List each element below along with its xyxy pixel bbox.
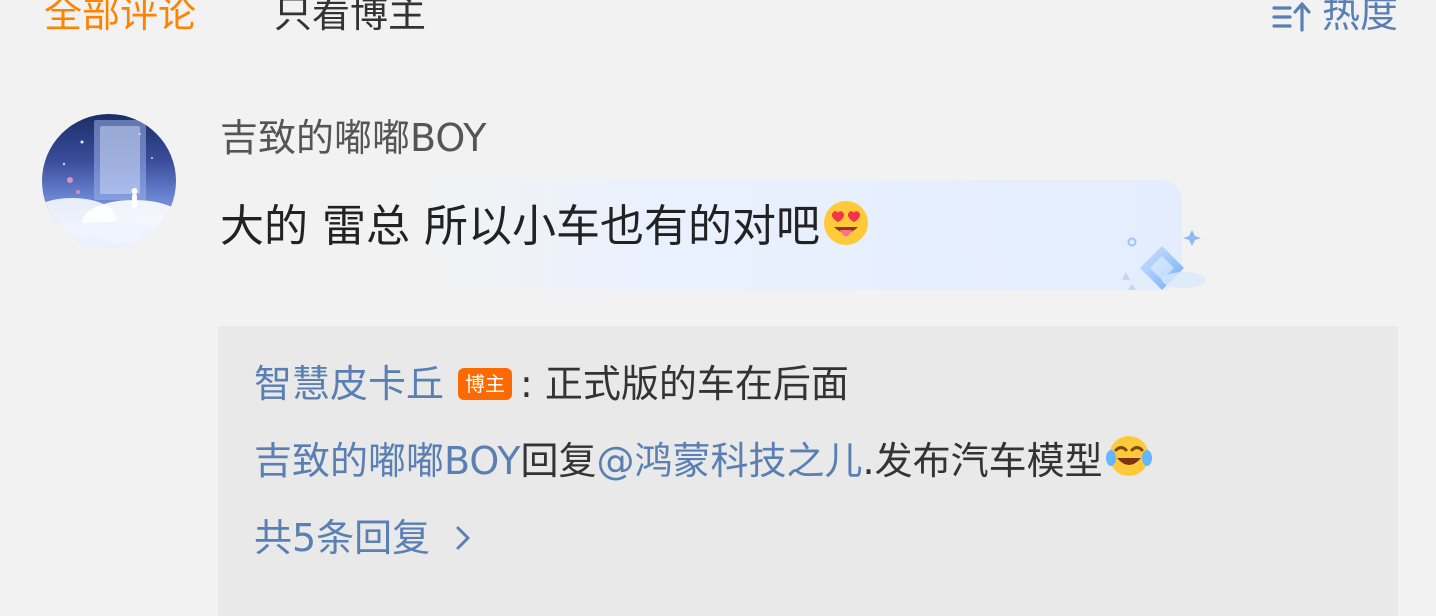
more-replies-label: 共5条回复 (254, 516, 431, 560)
more-replies-link[interactable]: 共5条回复 (254, 510, 474, 566)
sort-icon (1272, 2, 1311, 32)
comment-item: 吉致的嘟嘟BOY 大的 雷总 所以小车也有的对吧 智慧皮卡丘 博主: 正式版的车在… (0, 100, 1436, 616)
reply-text: .发布汽车模型 (862, 439, 1103, 483)
reply-author-link[interactable]: 吉致的嘟嘟BOY (254, 439, 520, 483)
comment-text: 大的 雷总 所以小车也有的对吧 (220, 201, 820, 252)
reply-item: 智慧皮卡丘 博主: 正式版的车在后面 (254, 356, 849, 412)
reply-action-label: 回复 (520, 439, 597, 483)
owner-badge: 博主 (458, 368, 513, 400)
avatar-illustration (42, 120, 176, 248)
avatar[interactable] (42, 114, 176, 248)
laughing-crying-icon (1105, 436, 1152, 476)
reply-text: 正式版的车在后面 (544, 362, 849, 406)
comment-content: 大的 雷总 所以小车也有的对吧 (220, 196, 870, 258)
reply-author-link[interactable]: 智慧皮卡丘 (254, 362, 444, 406)
sort-button[interactable]: 热度 (1272, 0, 1398, 42)
reply-item: 吉致的嘟嘟BOY回复@鸿蒙科技之儿.发布汽车模型 (254, 432, 1153, 489)
heart-eyes-tongue-icon (823, 201, 868, 245)
mention-link[interactable]: @鸿蒙科技之儿 (596, 439, 862, 483)
sort-label: 热度 (1321, 0, 1398, 36)
more-replies: 共5条回复 (254, 510, 474, 566)
tab-owner-only[interactable]: 只看博主 (274, 0, 426, 42)
comment-tabs: 全部评论 只看博主 热度 (0, 0, 1436, 60)
chevron-right-icon (456, 526, 470, 550)
reply-separator: : (520, 362, 533, 406)
diamond-badge-icon (1122, 230, 1206, 290)
tab-all-comments[interactable]: 全部评论 (44, 0, 196, 42)
replies-panel: 智慧皮卡丘 博主: 正式版的车在后面 吉致的嘟嘟BOY回复@鸿蒙科技之儿.发布汽车… (218, 326, 1398, 616)
comment-username[interactable]: 吉致的嘟嘟BOY (220, 110, 486, 166)
